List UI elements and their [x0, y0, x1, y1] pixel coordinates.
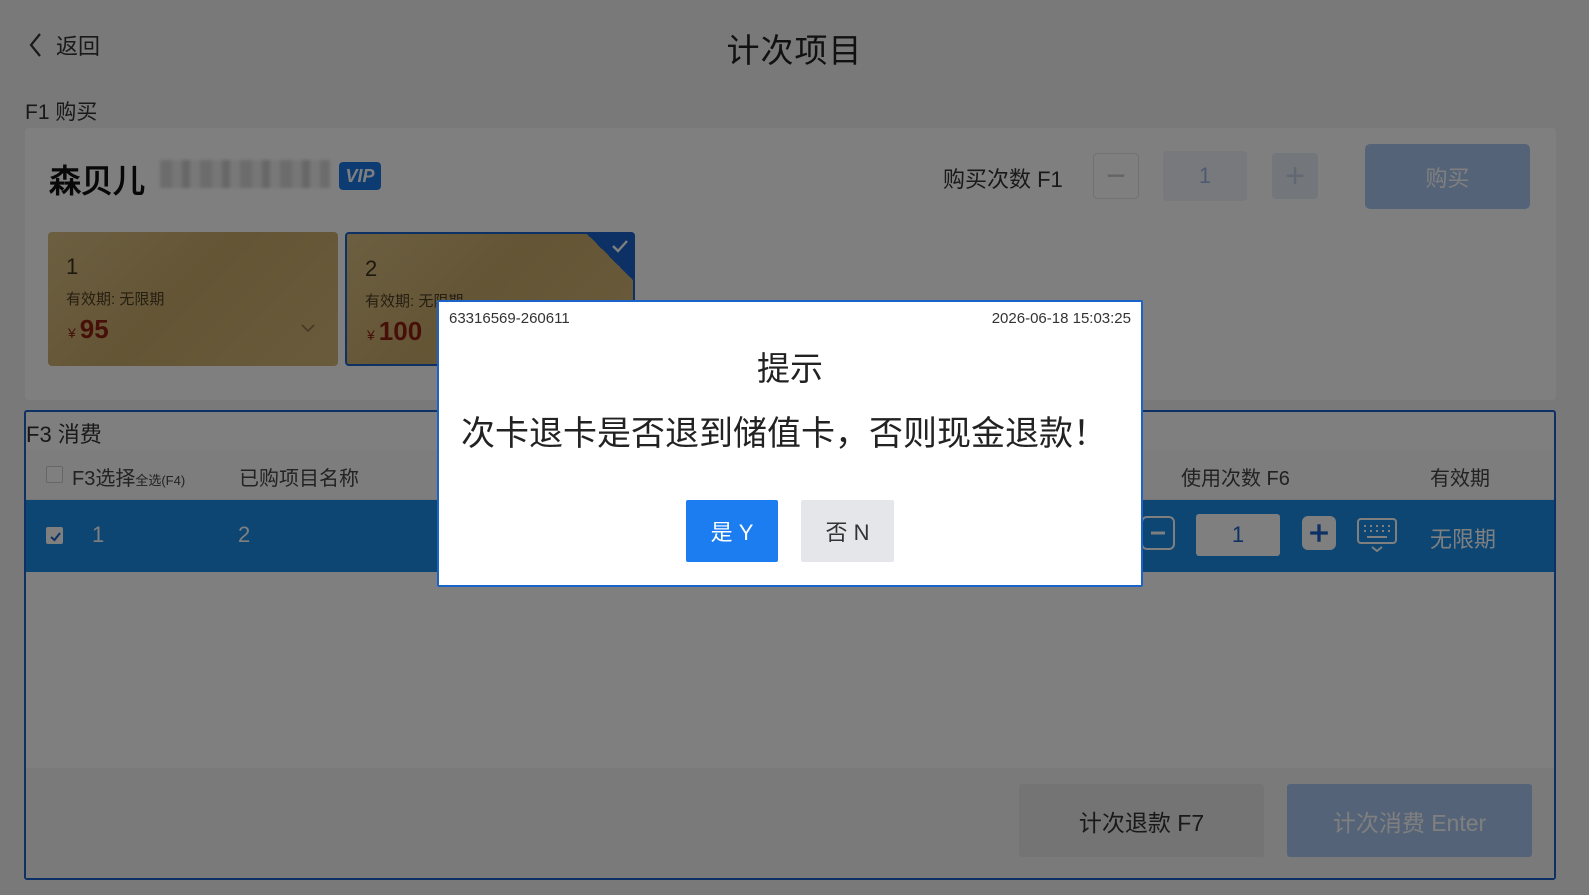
no-button[interactable]: 否 N [801, 500, 894, 562]
dialog-id: 63316569-260611 [449, 310, 570, 327]
confirm-dialog: 63316569-260611 2026-06-18 15:03:25 提示 次… [437, 300, 1143, 587]
dialog-timestamp: 2026-06-18 15:03:25 [991, 310, 1131, 327]
dialog-title: 提示 [757, 350, 823, 387]
yes-button[interactable]: 是 Y [686, 500, 778, 562]
dialog-message: 次卡退卡是否退到储值卡，否则现金退款！ [461, 415, 1107, 453]
